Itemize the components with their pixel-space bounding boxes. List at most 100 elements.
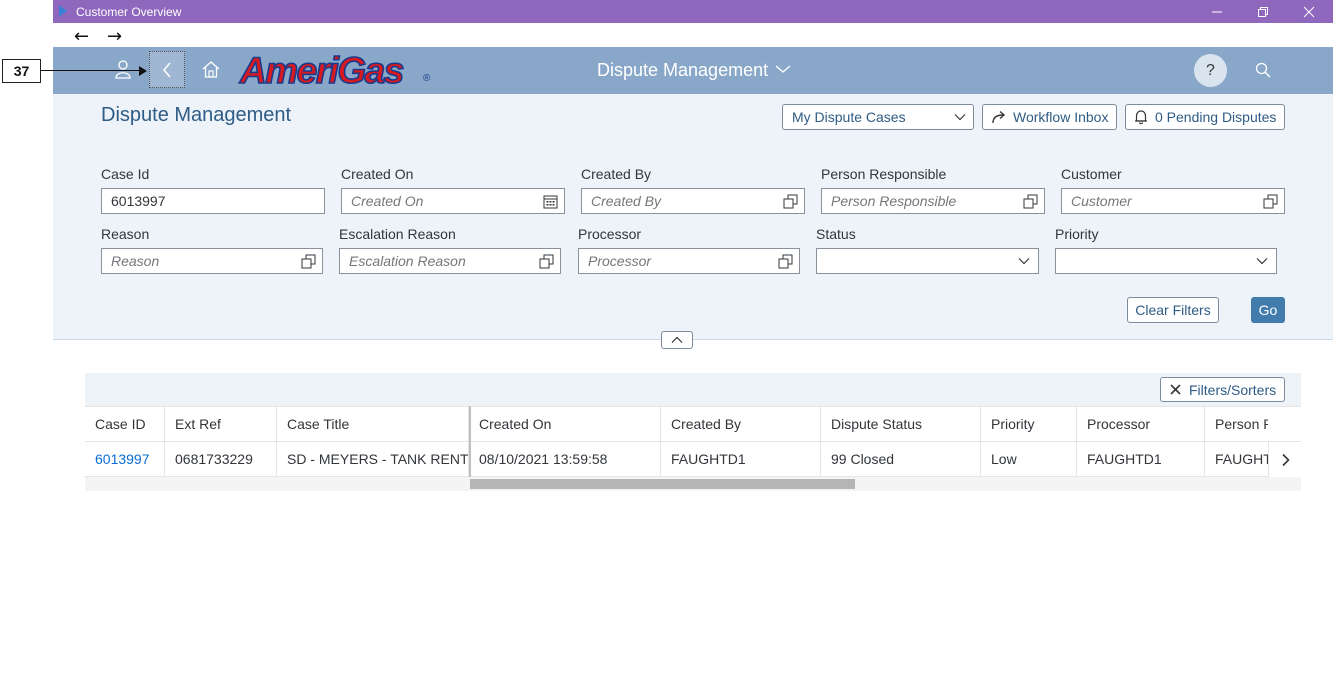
minimize-icon[interactable] bbox=[1194, 0, 1240, 23]
home-icon[interactable] bbox=[202, 61, 220, 78]
search-icon[interactable] bbox=[1255, 62, 1271, 78]
bell-icon bbox=[1135, 110, 1147, 125]
status-label: Status bbox=[816, 226, 856, 242]
reason-placeholder: Reason bbox=[111, 253, 160, 269]
priority-select[interactable] bbox=[1055, 248, 1277, 274]
created-on-cell: 08/10/2021 13:59:58 bbox=[469, 442, 661, 476]
priority-cell: Low bbox=[981, 442, 1077, 476]
callout-arrowhead bbox=[139, 66, 147, 76]
page-title: Dispute Management bbox=[101, 104, 292, 126]
value-help-icon bbox=[778, 254, 793, 269]
clear-filters-button[interactable]: Clear Filters bbox=[1127, 297, 1219, 323]
pending-disputes-label: 0 Pending Disputes bbox=[1155, 109, 1277, 125]
close-icon bbox=[1170, 384, 1181, 395]
chevron-down-icon bbox=[1256, 258, 1268, 265]
person-responsible-cell: FAUGHT bbox=[1215, 451, 1268, 467]
person-responsible-label: Person Responsible bbox=[821, 166, 947, 182]
priority-label: Priority bbox=[1055, 226, 1099, 242]
user-icon[interactable] bbox=[114, 59, 132, 79]
status-select[interactable] bbox=[816, 248, 1039, 274]
case-id-link[interactable]: 6013997 bbox=[85, 442, 165, 476]
variant-select[interactable]: My Dispute Cases bbox=[782, 104, 974, 130]
processor-input[interactable]: Processor bbox=[578, 248, 800, 274]
created-by-input[interactable]: Created By bbox=[581, 188, 805, 214]
forward-arrow-icon[interactable]: → bbox=[107, 26, 122, 47]
column-header-case-title[interactable]: Case Title bbox=[277, 407, 469, 441]
filters-sorters-button[interactable]: Filters/Sorters bbox=[1160, 377, 1285, 402]
column-header-created-by[interactable]: Created By bbox=[661, 407, 821, 441]
column-header-person-responsible[interactable]: Person R bbox=[1205, 407, 1268, 441]
reason-label: Reason bbox=[101, 226, 150, 242]
case-id-input[interactable]: 6013997 bbox=[101, 188, 325, 214]
table-row[interactable]: 6013997 0681733229 SD - MEYERS - TANK RE… bbox=[85, 442, 1301, 477]
callout-label: 37 bbox=[2, 59, 41, 83]
chevron-left-icon bbox=[163, 62, 171, 77]
created-on-input[interactable]: Created On bbox=[341, 188, 565, 214]
case-id-label: Case Id bbox=[101, 166, 150, 182]
calendar-icon bbox=[543, 195, 558, 209]
person-responsible-input[interactable]: Person Responsible bbox=[821, 188, 1045, 214]
ext-ref-cell: 0681733229 bbox=[165, 442, 277, 476]
share-arrow-icon bbox=[992, 110, 1006, 124]
go-button[interactable]: Go bbox=[1251, 297, 1285, 323]
collapse-header-button[interactable] bbox=[661, 331, 693, 349]
close-icon[interactable] bbox=[1286, 0, 1332, 23]
column-header-created-on[interactable]: Created On bbox=[469, 407, 661, 441]
created-by-label: Created By bbox=[581, 166, 652, 182]
callout-line bbox=[41, 70, 145, 71]
app-icon bbox=[58, 4, 68, 18]
created-on-label: Created On bbox=[341, 166, 414, 182]
help-button[interactable]: ? bbox=[1194, 54, 1227, 87]
column-header-case-id[interactable]: Case ID bbox=[85, 407, 165, 441]
filters-sorters-label: Filters/Sorters bbox=[1189, 381, 1277, 398]
escalation-reason-label: Escalation Reason bbox=[339, 226, 456, 242]
workflow-inbox-label: Workflow Inbox bbox=[1013, 109, 1109, 125]
shell-back-button[interactable] bbox=[149, 51, 185, 88]
back-arrow-icon[interactable]: ← bbox=[74, 26, 89, 47]
created-on-placeholder: Created On bbox=[351, 193, 424, 209]
case-title-cell: SD - MEYERS - TANK RENT bbox=[277, 442, 469, 476]
table-header: Case ID Ext Ref Case Title Created On Cr… bbox=[85, 406, 1301, 442]
value-help-icon bbox=[539, 254, 554, 269]
customer-label: Customer bbox=[1061, 166, 1122, 182]
navigation-row: ← → bbox=[53, 23, 1333, 47]
reason-input[interactable]: Reason bbox=[101, 248, 323, 274]
column-header-ext-ref[interactable]: Ext Ref bbox=[165, 407, 277, 441]
processor-label: Processor bbox=[578, 226, 642, 242]
value-help-icon bbox=[1263, 194, 1278, 209]
value-help-icon bbox=[783, 194, 798, 209]
pending-disputes-button[interactable]: 0 Pending Disputes bbox=[1125, 104, 1285, 130]
variant-select-value: My Dispute Cases bbox=[792, 109, 906, 125]
window-title: Customer Overview bbox=[76, 5, 182, 19]
customer-placeholder: Customer bbox=[1071, 193, 1132, 209]
row-navigation-button[interactable] bbox=[1268, 442, 1301, 477]
chevron-down-icon bbox=[954, 114, 966, 121]
customer-input[interactable]: Customer bbox=[1061, 188, 1285, 214]
created-by-cell: FAUGHTD1 bbox=[661, 442, 821, 476]
amerigas-logo[interactable]: AmeriGas bbox=[239, 49, 405, 92]
chevron-up-icon bbox=[671, 336, 683, 343]
value-help-icon bbox=[301, 254, 316, 269]
processor-placeholder: Processor bbox=[588, 253, 652, 269]
horizontal-scrollbar-thumb[interactable] bbox=[470, 479, 855, 489]
dispute-status-cell: 99 Closed bbox=[821, 442, 981, 476]
frozen-column-divider[interactable] bbox=[469, 406, 471, 477]
escalation-reason-placeholder: Escalation Reason bbox=[349, 253, 466, 269]
processor-cell: FAUGHTD1 bbox=[1077, 442, 1205, 476]
column-header-priority[interactable]: Priority bbox=[981, 407, 1077, 441]
created-by-placeholder: Created By bbox=[591, 193, 662, 209]
value-help-icon bbox=[1023, 194, 1038, 209]
case-id-value: 6013997 bbox=[111, 193, 166, 209]
chevron-down-icon[interactable] bbox=[775, 64, 791, 74]
escalation-reason-input[interactable]: Escalation Reason bbox=[339, 248, 561, 274]
table-toolbar bbox=[85, 373, 1301, 406]
chevron-right-icon bbox=[1281, 453, 1290, 466]
person-responsible-placeholder: Person Responsible bbox=[831, 193, 957, 209]
restore-icon[interactable] bbox=[1240, 0, 1286, 23]
workflow-inbox-button[interactable]: Workflow Inbox bbox=[982, 104, 1117, 130]
chevron-down-icon bbox=[1018, 258, 1030, 265]
logo-registered-mark: ® bbox=[423, 73, 431, 84]
column-header-processor[interactable]: Processor bbox=[1077, 407, 1205, 441]
column-header-dispute-status[interactable]: Dispute Status bbox=[821, 407, 981, 441]
shell-title[interactable]: Dispute Management bbox=[597, 60, 768, 81]
